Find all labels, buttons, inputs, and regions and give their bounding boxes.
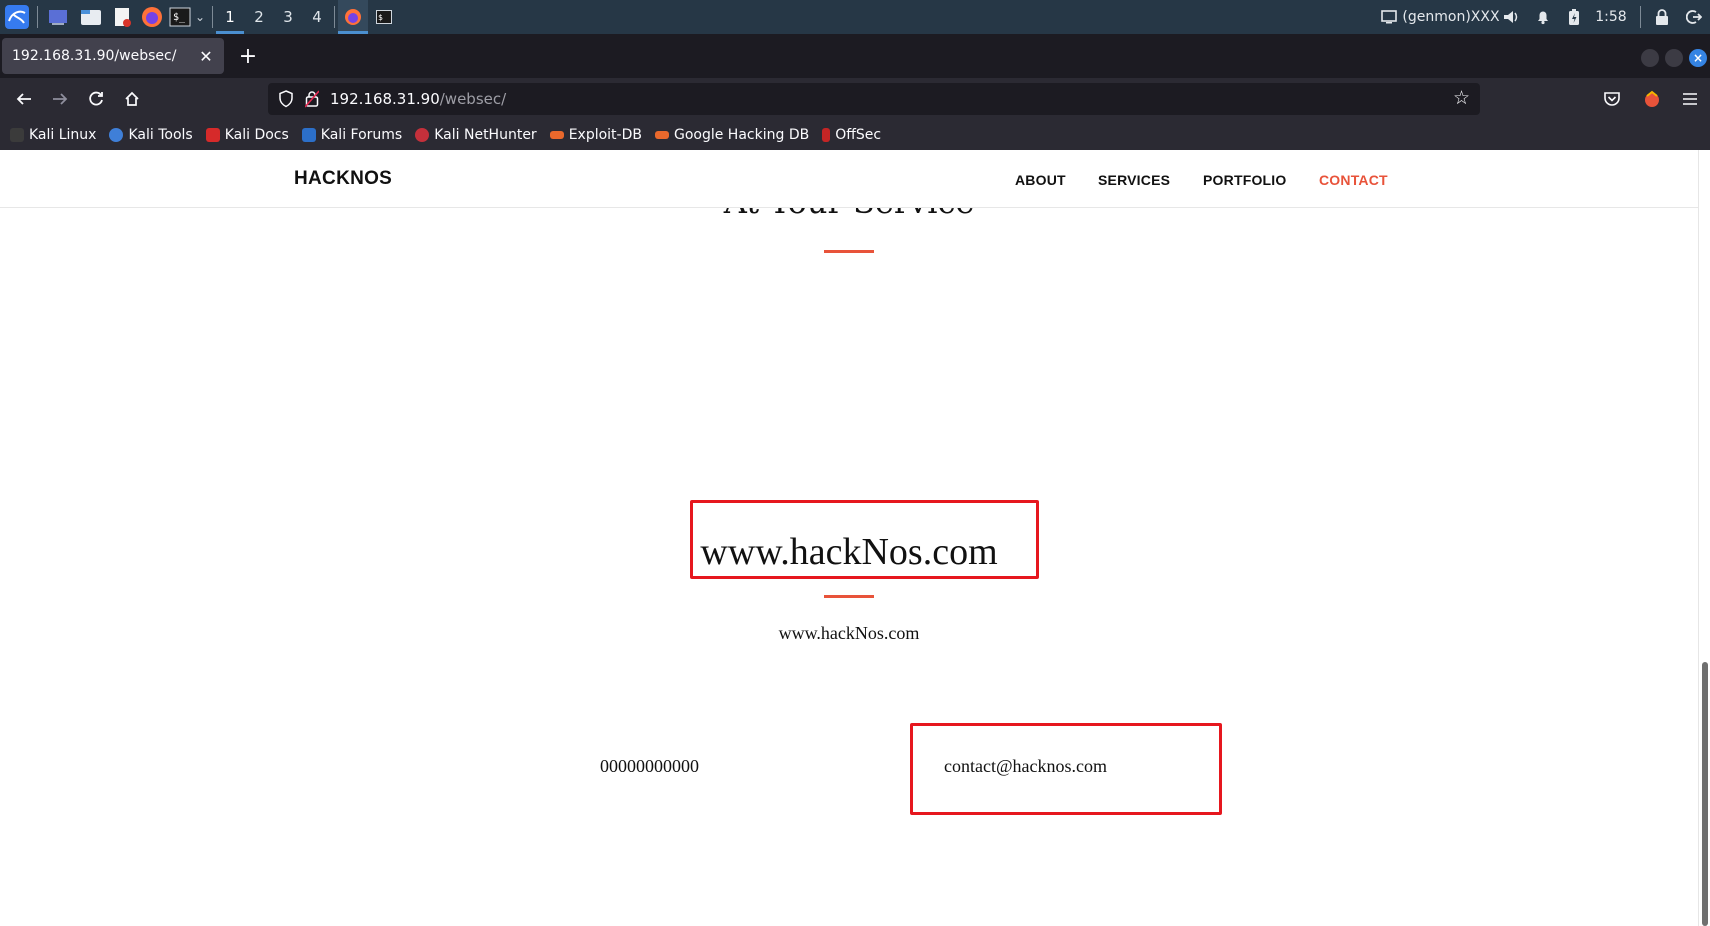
google-hacking-db-icon <box>654 131 669 139</box>
genmon-text: (genmon)XXX <box>1402 9 1500 25</box>
clock[interactable]: 1:58 <box>1591 0 1631 34</box>
lock-icon[interactable] <box>1650 0 1674 34</box>
kali-linux-icon <box>10 128 24 142</box>
bookmark-google-hacking-db[interactable]: Google Hacking DB <box>654 127 810 143</box>
minimize-window-button[interactable] <box>1641 49 1659 67</box>
bookmark-label: OffSec <box>835 127 882 143</box>
firefox-icon[interactable] <box>138 0 166 34</box>
bookmark-label: Kali Docs <box>224 127 289 143</box>
battery-icon[interactable] <box>1563 0 1585 34</box>
nav-about[interactable]: ABOUT <box>1015 172 1066 188</box>
bookmark-kali-forums[interactable]: Kali Forums <box>301 127 403 143</box>
close-window-button[interactable]: × <box>1689 49 1707 67</box>
bookmark-label: Exploit-DB <box>568 127 642 143</box>
bookmark-label: Google Hacking DB <box>673 127 810 143</box>
back-arrow-icon[interactable] <box>8 83 40 115</box>
url-host: 192.168.31.90 <box>330 90 440 108</box>
bookmark-label: Kali Linux <box>29 127 97 143</box>
maximize-window-button[interactable] <box>1665 49 1683 67</box>
bookmark-offsec[interactable]: OffSec <box>822 127 881 143</box>
file-manager-icon[interactable] <box>78 0 104 34</box>
workspace-4[interactable]: 4 <box>303 0 331 34</box>
heading-divider <box>824 250 874 253</box>
new-tab-icon[interactable]: + <box>234 42 262 70</box>
url-path: /websec/ <box>439 90 507 108</box>
svg-text:$: $ <box>378 13 383 22</box>
tab-websec[interactable]: 192.168.31.90/websec/ ✕ <box>2 38 224 74</box>
kali-docs-icon <box>205 128 220 142</box>
bookmark-star-icon[interactable]: ☆ <box>1453 87 1470 109</box>
bookmark-exploit-db[interactable]: Exploit-DB <box>549 127 642 143</box>
nav-portfolio[interactable]: PORTFOLIO <box>1203 172 1286 188</box>
shield-icon[interactable] <box>278 90 294 112</box>
bookmarks-bar: Kali Linux Kali Tools Kali Docs Kali For… <box>0 120 1710 150</box>
logout-icon[interactable] <box>1682 0 1706 34</box>
reload-icon[interactable] <box>80 83 112 115</box>
email-highlight-box <box>910 723 1222 815</box>
page-viewport: HACKNOS ABOUT SERVICES PORTFOLIO CONTACT… <box>0 150 1698 926</box>
forward-arrow-icon[interactable] <box>44 83 76 115</box>
exploit-db-icon <box>549 131 564 139</box>
notification-bell-icon[interactable] <box>1532 0 1554 34</box>
extension-icon[interactable] <box>1636 83 1668 115</box>
page-scrollbar[interactable] <box>1698 150 1710 926</box>
kali-forums-icon <box>301 128 316 142</box>
terminal-icon[interactable]: $_ <box>168 0 192 34</box>
hamburger-menu-icon[interactable] <box>1674 83 1706 115</box>
bookmark-label: Kali NetHunter <box>434 127 537 143</box>
browser-tab-strip: 192.168.31.90/websec/ ✕ + × <box>0 34 1710 78</box>
taskbar-firefox-window[interactable] <box>338 0 368 34</box>
offsec-icon <box>822 128 831 142</box>
site-subtitle: www.hackNos.com <box>778 623 920 643</box>
workspace-2[interactable]: 2 <box>245 0 273 34</box>
show-desktop-icon[interactable] <box>45 0 71 34</box>
contact-phone: 00000000000 <box>600 756 699 776</box>
volume-icon[interactable] <box>1500 0 1522 34</box>
nav-services[interactable]: SERVICES <box>1098 172 1170 188</box>
workspace-3[interactable]: 3 <box>274 0 302 34</box>
scrollbar-thumb[interactable] <box>1702 662 1708 926</box>
url-bar[interactable]: 192.168.31.90/websec/ ☆ <box>268 83 1480 115</box>
svg-text:$_: $_ <box>173 12 186 23</box>
close-tab-icon[interactable]: ✕ <box>198 47 214 66</box>
bookmark-kali-tools[interactable]: Kali Tools <box>109 127 193 143</box>
kali-tools-icon <box>109 128 124 142</box>
nav-contact[interactable]: CONTACT <box>1319 172 1388 188</box>
text-editor-icon[interactable] <box>109 0 135 34</box>
navigation-toolbar: 192.168.31.90/websec/ ☆ <box>0 78 1710 120</box>
bookmark-kali-nethunter[interactable]: Kali NetHunter <box>415 127 537 143</box>
bookmark-label: Kali Forums <box>320 127 403 143</box>
kali-menu-icon[interactable] <box>2 0 32 34</box>
title-divider <box>824 595 874 598</box>
insecure-lock-icon[interactable] <box>304 90 320 112</box>
taskbar: $_ ⌄ 1 2 3 4 $ (genmon)XXX 1:58 <box>0 0 1710 34</box>
bookmark-kali-docs[interactable]: Kali Docs <box>205 127 289 143</box>
display-icon[interactable] <box>1378 0 1400 34</box>
pocket-icon[interactable] <box>1596 83 1628 115</box>
bookmark-label: Kali Tools <box>128 127 193 143</box>
bookmark-kali-linux[interactable]: Kali Linux <box>10 127 96 143</box>
workspace-1[interactable]: 1 <box>216 0 244 34</box>
site-header: HACKNOS ABOUT SERVICES PORTFOLIO CONTACT <box>0 150 1698 208</box>
title-highlight-box <box>690 500 1039 579</box>
kali-nethunter-icon <box>415 128 430 142</box>
home-icon[interactable] <box>116 83 148 115</box>
taskbar-terminal-window[interactable]: $ <box>370 0 398 34</box>
tab-title: 192.168.31.90/websec/ <box>12 48 177 64</box>
chevron-down-icon[interactable]: ⌄ <box>192 0 208 34</box>
site-brand[interactable]: HACKNOS <box>294 168 392 190</box>
